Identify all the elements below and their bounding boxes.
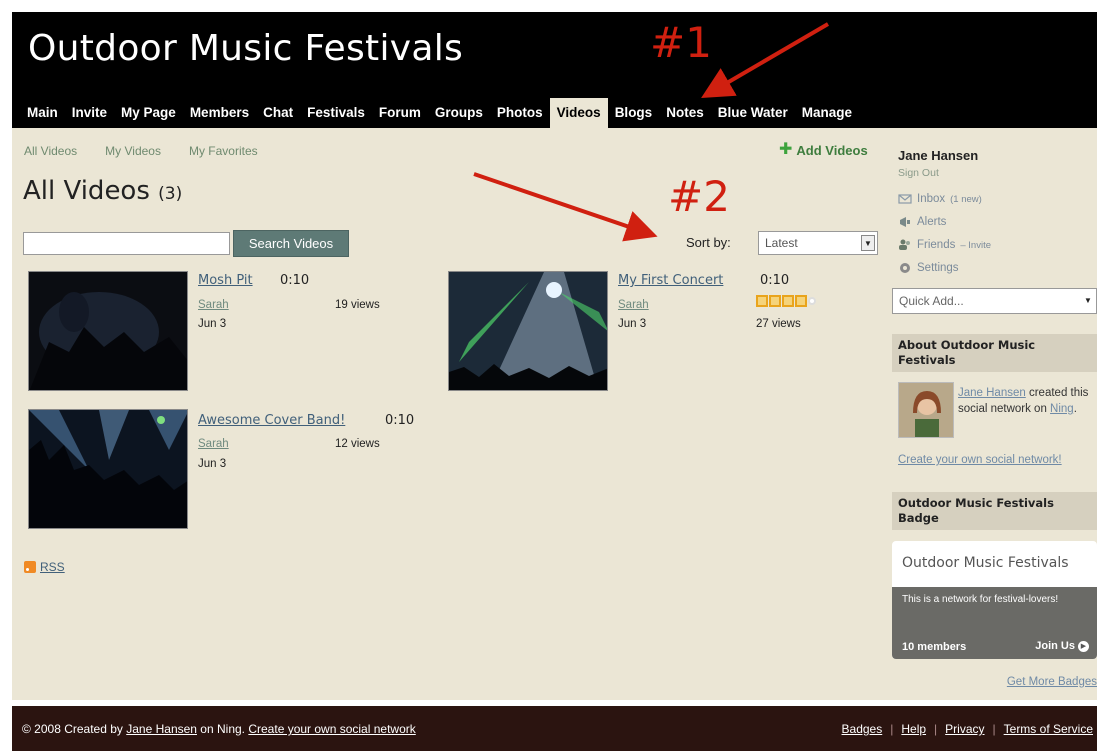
- arrow-icon: [473, 172, 658, 242]
- arrow-icon: [701, 22, 830, 99]
- annotation-arrows: [473, 22, 830, 242]
- page: Outdoor Music Festivals Main Invite My P…: [0, 0, 1097, 751]
